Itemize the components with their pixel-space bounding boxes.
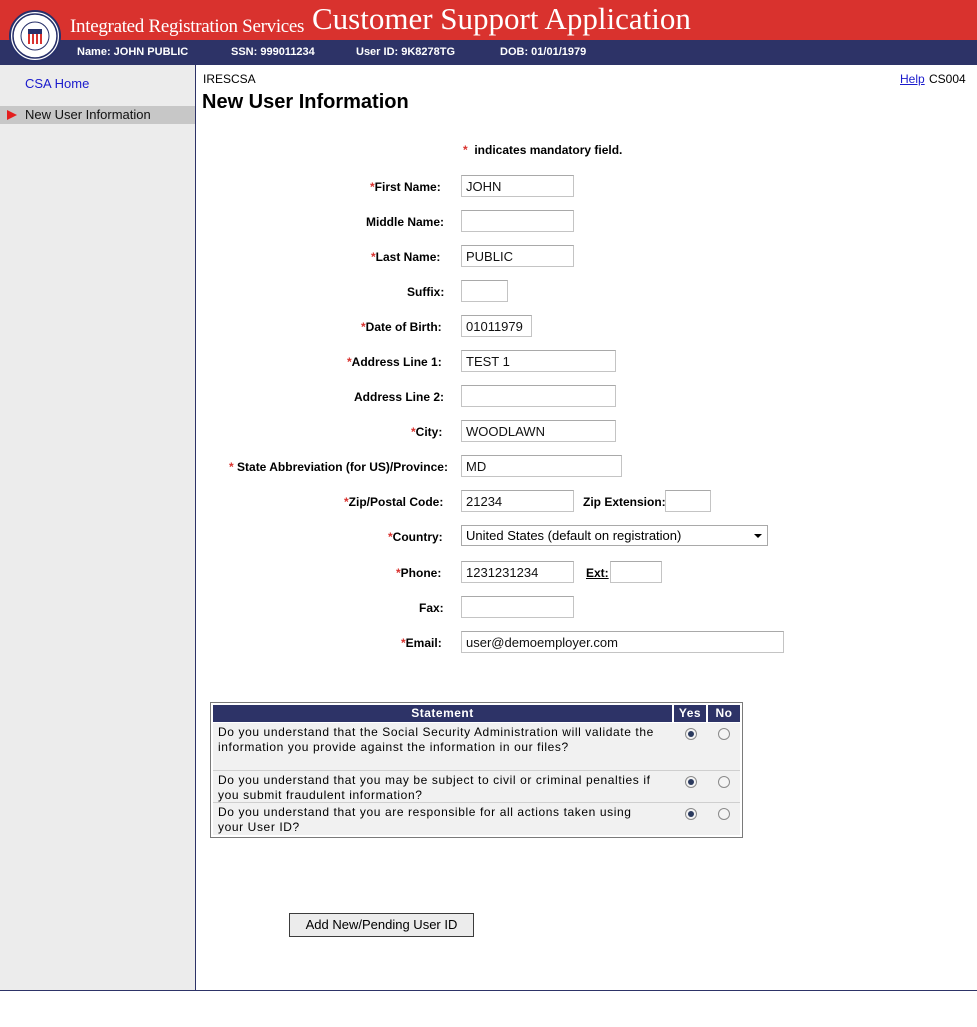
sidebar-item-csa-home[interactable]: CSA Home — [25, 76, 89, 91]
email-input[interactable] — [461, 631, 784, 653]
phone-label: *Phone: — [396, 566, 442, 580]
email-label: *Email: — [401, 636, 442, 650]
no-radio[interactable] — [718, 728, 730, 740]
statement-row: Do you understand that you may be subjec… — [213, 771, 740, 802]
first-name-label: *First Name: — [370, 180, 441, 194]
yes-radio[interactable] — [685, 808, 697, 820]
add-new-pending-user-id-button[interactable]: Add New/Pending User ID — [289, 913, 474, 937]
dob-input[interactable] — [461, 315, 532, 337]
page-code: CS004 — [929, 72, 966, 86]
zip-extension-label: Zip Extension: — [583, 495, 666, 509]
last-name-input[interactable] — [461, 245, 574, 267]
address1-input[interactable] — [461, 350, 616, 372]
country-selected-value: United States (default on registration) — [466, 528, 682, 543]
user-name: Name: JOHN PUBLIC — [77, 46, 189, 58]
yes-radio[interactable] — [685, 728, 697, 740]
country-label: *Country: — [388, 530, 443, 544]
ssa-seal-logo — [9, 10, 61, 62]
mandatory-note: * indicates mandatory field. — [463, 143, 623, 157]
sidebar-item-new-user-information[interactable]: New User Information — [0, 106, 195, 124]
zip-extension-input[interactable] — [665, 490, 711, 512]
help-link[interactable]: Help — [900, 72, 925, 86]
state-label: * State Abbreviation (for US)/Province: — [229, 460, 448, 474]
suffix-label: Suffix: — [407, 285, 445, 299]
city-input[interactable] — [461, 420, 616, 442]
brand-name: Integrated Registration Services — [70, 16, 305, 37]
middle-name-input[interactable] — [461, 210, 574, 232]
first-name-input[interactable] — [461, 175, 574, 197]
no-radio[interactable] — [718, 776, 730, 788]
address2-input[interactable] — [461, 385, 616, 407]
user-ssn: SSN: 999011234 — [231, 46, 315, 58]
dob-label: *Date of Birth: — [361, 320, 442, 334]
fax-label: Fax: — [419, 601, 444, 615]
statement-row: Do you understand that the Social Securi… — [213, 723, 740, 770]
required-star: * — [463, 143, 468, 157]
sidebar-item-label: New User Information — [25, 107, 151, 122]
phone-ext-label: Ext: — [586, 566, 609, 580]
no-header: No — [708, 705, 740, 722]
footer-divider — [0, 990, 977, 991]
user-info-bar: Name: JOHN PUBLIC SSN: 999011234 User ID… — [0, 40, 977, 65]
suffix-input[interactable] — [461, 280, 508, 302]
statement-table: Statement Yes No Do you understand that … — [210, 702, 743, 838]
address2-label: Address Line 2: — [354, 390, 445, 404]
app-title: Customer Support Application — [312, 1, 691, 36]
statement-text: Do you understand that you may be subjec… — [218, 773, 651, 802]
yes-header: Yes — [674, 705, 706, 722]
user-dob: DOB: 01/01/1979 — [500, 46, 587, 58]
address1-label: *Address Line 1: — [347, 355, 442, 369]
page-title: New User Information — [202, 91, 409, 113]
phone-input[interactable] — [461, 561, 574, 583]
zip-input[interactable] — [461, 490, 574, 512]
statement-text: Do you understand that you are responsib… — [218, 805, 632, 834]
middle-name-label: Middle Name: — [366, 215, 445, 229]
sidebar-nav: CSA Home New User Information — [0, 65, 196, 991]
phone-ext-input[interactable] — [610, 561, 662, 583]
chevron-down-icon — [754, 534, 762, 538]
city-label: *City: — [411, 425, 443, 439]
breadcrumb: IRESCSA — [203, 72, 256, 86]
state-input[interactable] — [461, 455, 622, 477]
statement-header: Statement — [213, 705, 672, 722]
active-arrow-icon — [7, 110, 17, 120]
fax-input[interactable] — [461, 596, 574, 618]
no-radio[interactable] — [718, 808, 730, 820]
user-id: User ID: 9K8278TG — [356, 46, 456, 58]
country-select[interactable]: United States (default on registration) — [461, 525, 768, 546]
statement-row: Do you understand that you are responsib… — [213, 803, 740, 835]
statement-text: Do you understand that the Social Securi… — [218, 725, 654, 754]
yes-radio[interactable] — [685, 776, 697, 788]
last-name-label: *Last Name: — [371, 250, 441, 264]
zip-label: *Zip/Postal Code: — [344, 495, 444, 509]
